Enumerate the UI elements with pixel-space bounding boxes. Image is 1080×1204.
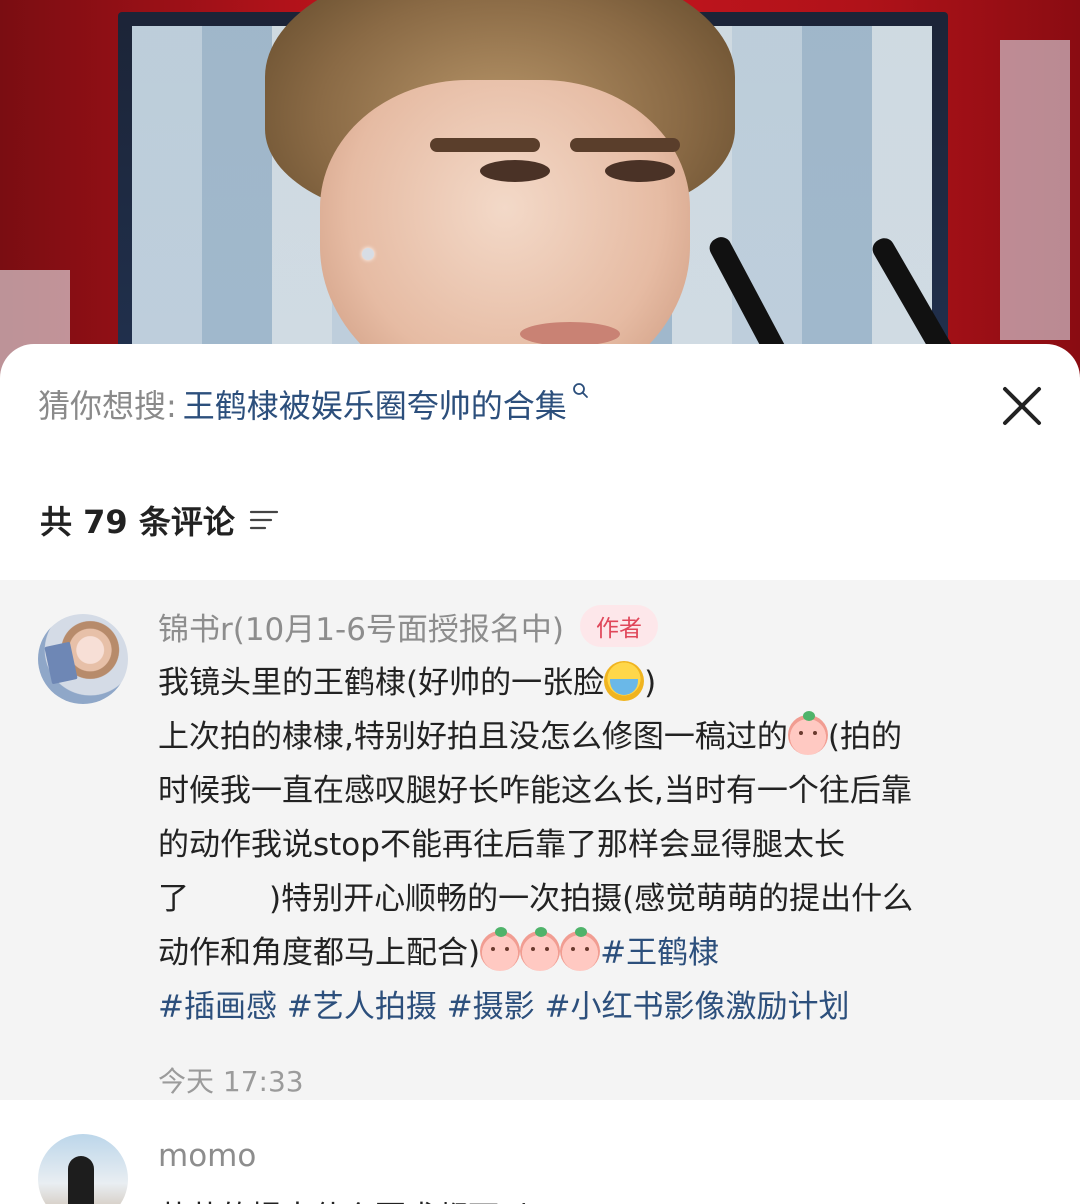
comment-text: 我镜头里的王鹤棣(好帅的一张脸) 上次拍的棣棣,特别好拍且没怎么修图一稿过的 (拍… — [158, 656, 1038, 1034]
photo-subject-lip — [520, 322, 620, 346]
comment-line: 上次拍的棣棣,特别好拍且没怎么修图一稿过的 (拍的 — [158, 710, 1038, 764]
avatar[interactable] — [38, 614, 128, 704]
hashtag-link[interactable]: #插画感 — [158, 989, 277, 1025]
avatar[interactable] — [38, 1134, 128, 1204]
comment-line-text: (拍的 — [827, 719, 902, 755]
hashtag-link[interactable]: #王鹤棣 — [600, 935, 719, 971]
hashtag-link[interactable]: #艺人拍摄 — [287, 989, 437, 1025]
author-badge: 作者 — [580, 605, 659, 647]
comment-item[interactable]: 锦书r(10月1-6号面授报名中) 作者 我镜头里的王鹤棣(好帅的一张脸) 上次… — [0, 580, 1080, 1100]
close-button[interactable] — [996, 380, 1048, 432]
comment-count-label: 共 79 条评论 — [40, 503, 235, 541]
comment-line-text: 了 — [158, 881, 189, 917]
comment-line: 的动作我说stop不能再往后靠了那样会显得腿太长 — [158, 827, 845, 863]
photo-subject-eye — [605, 160, 675, 182]
comment-line: 时候我一直在感叹腿好长咋能这么长,当时有一个往后靠 — [158, 773, 912, 809]
search-suggestion-prefix: 猜你想搜: — [38, 387, 177, 425]
comment-line: 我镜头里的王鹤棣(好帅的一张脸) — [158, 656, 1038, 710]
comment-count-header: 共 79 条评论 — [40, 496, 279, 544]
avatar-book — [44, 641, 78, 685]
search-suggestion[interactable]: 猜你想搜: 王鹤棣被娱乐圈夸帅的合集 — [38, 380, 589, 428]
hashtag-link[interactable]: #小红书影像激励计划 — [545, 989, 850, 1025]
peach-emoji-icon — [560, 927, 601, 971]
comment-line-text: 上次拍的棣棣,特别好拍且没怎么修图一稿过的 — [158, 719, 788, 755]
photo-subject-eye — [480, 160, 550, 182]
comment-line-text: 我镜头里的王鹤棣(好帅的一张脸 — [158, 665, 605, 701]
comment-timestamp: 今天 17:33 — [158, 1065, 304, 1098]
photo-background-card — [1000, 40, 1070, 340]
hashtag-link[interactable]: #摄影 — [447, 989, 535, 1025]
photo-subject-brow — [570, 138, 680, 152]
comment-line-text: ) — [644, 665, 657, 701]
comment-text: 萌萌的提出什么要求都可以 — [158, 1192, 530, 1204]
comment-username[interactable]: 锦书r(10月1-6号面授报名中) — [158, 604, 564, 649]
photo-subject-brow — [430, 138, 540, 152]
peach-emoji-icon — [480, 927, 521, 971]
avatar-figure — [68, 1156, 94, 1204]
comment-line: 动作和角度都马上配合) #王鹤棣 — [158, 926, 1038, 980]
comments-sheet: 猜你想搜: 王鹤棣被娱乐圈夸帅的合集 共 79 条评论 锦书r(10月1-6号面… — [0, 344, 1080, 1204]
comment-username[interactable]: momo — [158, 1138, 256, 1174]
search-suggestion-term[interactable]: 王鹤棣被娱乐圈夸帅的合集 — [183, 381, 567, 427]
loudly-crying-emoji-icon — [604, 661, 645, 701]
comment-line-text: )特别开心顺畅的一次拍摄(感觉萌萌的提出什么 — [269, 881, 914, 917]
close-icon — [1003, 387, 1041, 425]
comment-line-text: 动作和角度都马上配合) — [158, 935, 481, 971]
comment-header: 锦书r(10月1-6号面授报名中) 作者 — [158, 602, 659, 650]
post-photo[interactable] — [0, 0, 1080, 390]
comment-line: 了 )特别开心顺畅的一次拍摄(感觉萌萌的提出什么 — [158, 872, 1038, 926]
search-icon — [572, 383, 588, 398]
photo-subject-earring — [362, 248, 374, 260]
comment-item[interactable]: momo 萌萌的提出什么要求都可以 — [0, 1100, 1080, 1204]
comment-tags-line: #插画感 #艺人拍摄 #摄影 #小红书影像激励计划 — [158, 980, 1038, 1034]
sort-icon[interactable] — [249, 508, 279, 532]
peach-emoji-icon — [520, 927, 561, 971]
crying-peach-emoji-icon — [787, 711, 828, 755]
